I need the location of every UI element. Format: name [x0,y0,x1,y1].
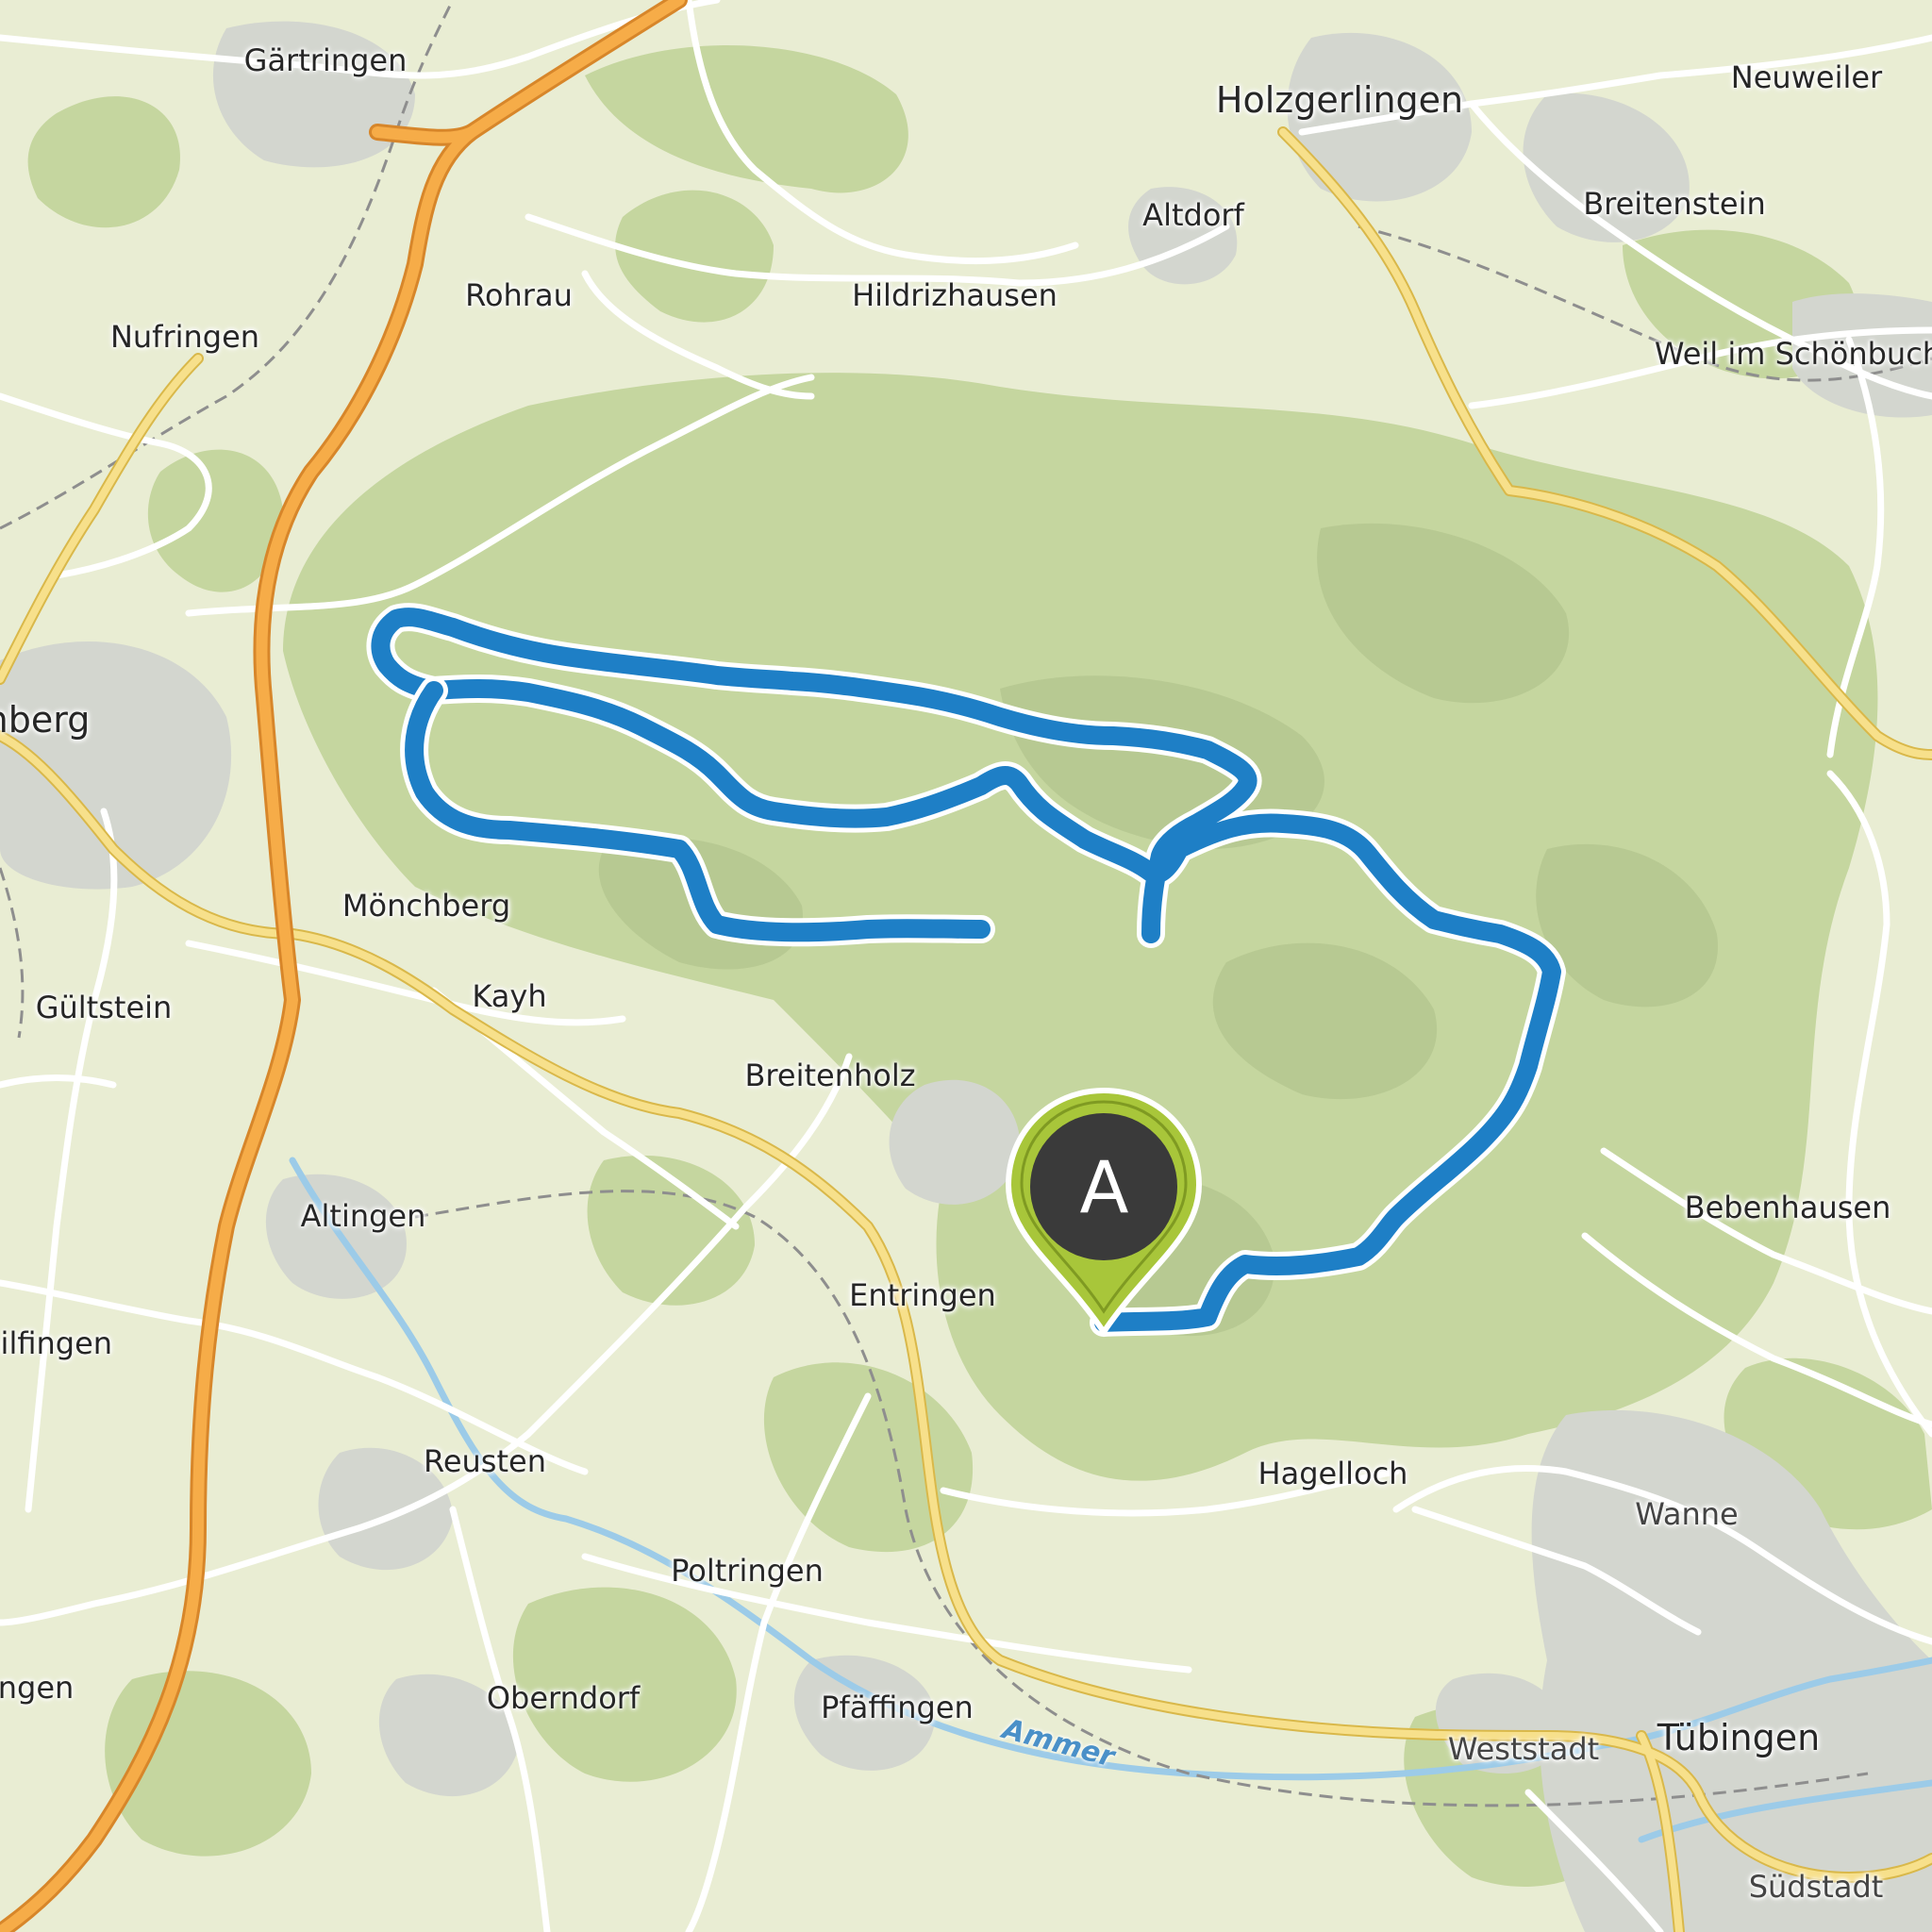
place-label-tuebingen: Tübingen [1657,1717,1821,1758]
place-label-moenchberg: Mönchberg [341,888,511,924]
place-label-weststadt: Weststadt [1447,1731,1600,1767]
place-label-hagelloch: Hagelloch [1257,1456,1408,1491]
place-label-suedstadt: Südstadt [1748,1869,1884,1905]
place-label-oberndorf: Oberndorf [486,1680,641,1716]
place-label-neuweiler: Neuweiler [1730,59,1883,95]
place-label-pfaeffingen: Pfäffingen [821,1690,974,1725]
map-canvas[interactable]: Gärtringen Holzgerlingen Neuweiler Breit… [0,0,1932,1932]
place-label-wanne: Wanne [1635,1496,1739,1532]
place-label-weil-im-schoenbuch: Weil im Schönbuch [1654,336,1932,372]
place-label-breitenstein: Breitenstein [1583,186,1766,222]
place-label-rohrau: Rohrau [465,277,573,313]
place-label-reusten: Reusten [424,1443,546,1479]
place-label-bebenhausen: Bebenhausen [1684,1190,1891,1225]
place-label-gueltstein: Gültstein [35,990,173,1025]
place-label-hildrizhausen: Hildrizhausen [852,277,1058,313]
start-marker-letter: A [1079,1145,1129,1229]
place-label-poltringen: Poltringen [671,1553,824,1589]
place-label-holzgerlingen: Holzgerlingen [1215,79,1464,121]
place-label-kayh: Kayh [472,978,547,1014]
place-label-altingen: Altingen [300,1198,426,1234]
place-label-ngen: ngen [0,1670,75,1706]
place-label-breitenholz: Breitenholz [744,1058,916,1093]
place-label-ailfingen: ailfingen [0,1325,113,1361]
start-marker[interactable]: A [1003,1087,1206,1341]
place-label-nufringen: Nufringen [109,319,260,355]
place-label-altdorf: Altdorf [1142,197,1244,233]
place-label-entringen: Entringen [849,1277,996,1313]
place-label-herrenberg: nberg [0,699,91,741]
place-label-gaertringen: Gärtringen [243,42,408,78]
